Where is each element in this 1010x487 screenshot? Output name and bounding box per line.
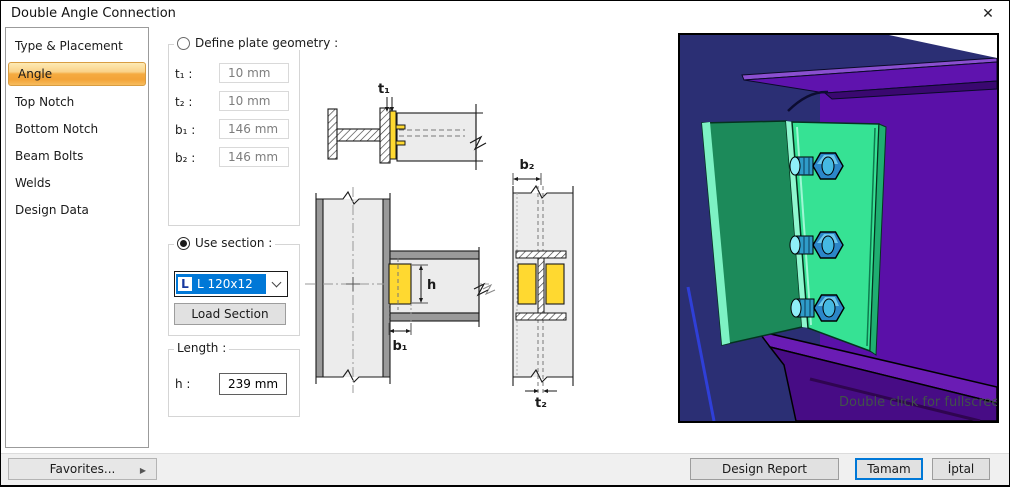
t2-field-label: t₂ : [175,95,192,109]
submenu-arrow-icon: ▶ [140,466,146,475]
render-viewport[interactable]: Double click for fullscreen. [678,33,999,423]
category-sidebar: Type & Placement Angle Top Notch Bottom … [5,27,149,448]
footer-bar: Favorites... ▶ Design Report Tamam İptal [1,453,1009,485]
section-dropdown-selection: L L 120x12 [176,274,266,294]
sidebar-item-type-placement[interactable]: Type & Placement [6,33,148,60]
sidebar-item-top-notch[interactable]: Top Notch [6,89,148,116]
dialog-title: Double Angle Connection [11,6,176,21]
t1-field: 10 mm [219,63,289,83]
sidebar-item-welds[interactable]: Welds [6,170,148,197]
sidebar-item-bottom-notch[interactable]: Bottom Notch [6,116,148,143]
section-dropdown[interactable]: L L 120x12 [174,271,288,297]
design-report-button[interactable]: Design Report [690,458,839,480]
b2-field: 146 mm [219,147,289,167]
dim-label-t2: t₂ [535,396,547,411]
favorites-button[interactable]: Favorites... ▶ [8,458,157,480]
use-section-label: Use section : [195,236,272,250]
load-section-button[interactable]: Load Section [174,303,286,325]
double-angle-connection-dialog: Double Angle Connection ✕ Type & Placeme… [0,0,1010,487]
section-dropdown-value: L 120x12 [197,277,253,291]
render-3d-view: Double click for fullscreen. [680,35,997,421]
diagram-front-view: h b₁ [305,187,495,393]
connection-diagram: t₁ h [301,51,671,431]
dim-label-t1: t₁ [378,82,390,97]
dim-label-h: h [427,278,436,293]
sidebar-item-beam-bolts[interactable]: Beam Bolts [6,143,148,170]
length-label: Length : [177,341,226,355]
favorites-label: Favorites... [50,462,116,476]
define-plate-geometry-label: Define plate geometry : [195,36,338,50]
dim-label-b1: b₁ [393,339,408,354]
close-icon[interactable]: ✕ [976,4,1000,24]
b1-field-label: b₁ : [175,123,195,137]
cancel-button[interactable]: İptal [932,458,990,480]
ok-button[interactable]: Tamam [855,458,923,480]
chevron-down-icon[interactable] [266,274,286,294]
dim-label-b2: b₂ [520,158,535,173]
t2-field: 10 mm [219,91,289,111]
sidebar-item-angle[interactable]: Angle [8,62,146,86]
fullscreen-hint: Double click for fullscreen. [839,395,997,410]
diagram-side-view: t₁ [328,82,486,170]
sidebar-item-design-data[interactable]: Design Data [6,197,148,224]
h-field[interactable]: 239 mm [219,373,287,395]
l-section-icon: L [178,277,192,291]
use-section-radio[interactable] [177,237,190,250]
define-plate-geometry-radio[interactable] [177,37,190,50]
diagram-section-view: b₂ t₂ [513,158,573,411]
t1-field-label: t₁ : [175,67,192,81]
b2-field-label: b₂ : [175,151,195,165]
b1-field: 146 mm [219,119,289,139]
h-field-label: h : [175,377,190,391]
titlebar: Double Angle Connection ✕ [1,1,1009,28]
